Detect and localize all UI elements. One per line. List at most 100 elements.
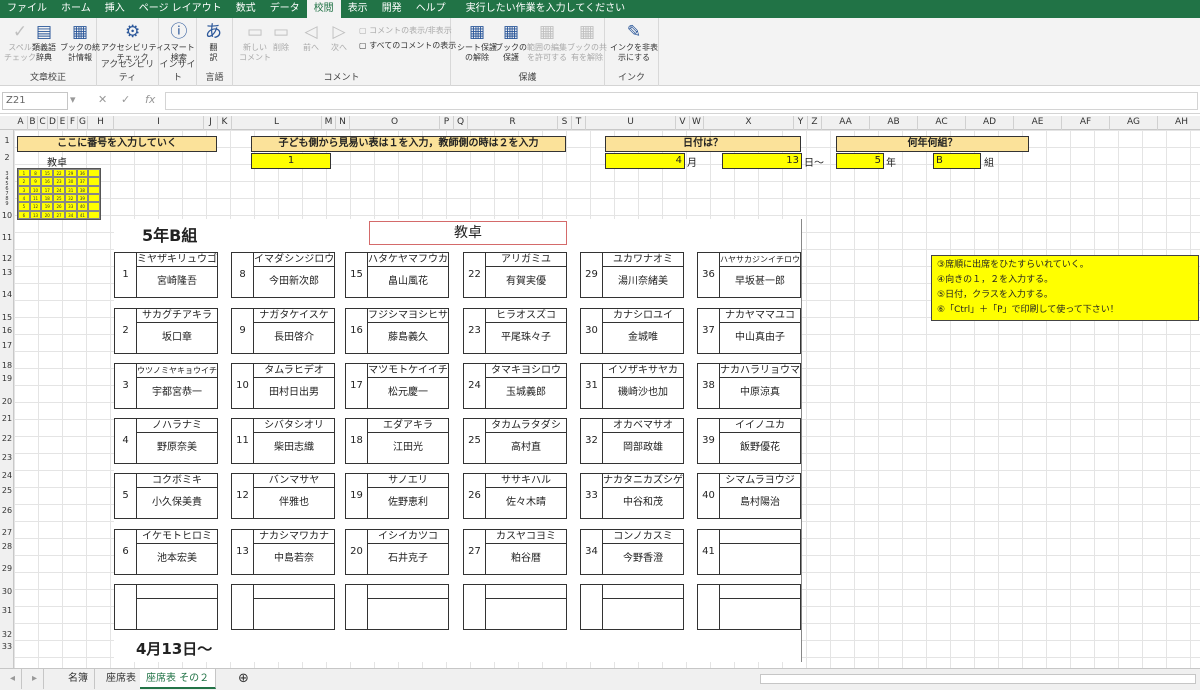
seat-card[interactable]: 8 イマダシンジロウ 今田新次郎 [231, 252, 335, 298]
seat-card[interactable]: 40 シマムラヨウジ 島村陽治 [697, 473, 801, 519]
seat-card[interactable]: 6 イケモトヒロミ 池本宏美 [114, 529, 218, 575]
column-header-F[interactable]: F [68, 116, 78, 130]
row-header-25[interactable]: 25 [0, 486, 14, 495]
seat-card[interactable]: 30 カナシロユイ 金城唯 [580, 308, 684, 354]
horizontal-scrollbar[interactable] [760, 674, 1196, 684]
hide-ink-button[interactable]: ✎ インクを非表 示にする [610, 22, 658, 63]
seat-card[interactable]: 24 タマキヨシロウ 玉城義郎 [463, 363, 567, 409]
row-header-26[interactable]: 26 [0, 506, 14, 515]
row-header-9[interactable]: 9 [0, 201, 14, 207]
delete-comment-button[interactable]: ▭ 削除 [273, 22, 289, 53]
column-header-B[interactable]: B [28, 116, 38, 130]
column-header-AB[interactable]: AB [870, 116, 918, 130]
row-header-33[interactable]: 33 [0, 642, 14, 651]
view-side-value[interactable]: 1 [251, 153, 331, 169]
row-header-23[interactable]: 23 [0, 453, 14, 462]
seat-card[interactable]: 10 タムラヒデオ 田村日出男 [231, 363, 335, 409]
add-sheet-icon[interactable]: ⊕ [232, 669, 255, 689]
insert-function-icon[interactable]: fx [145, 93, 155, 106]
row-header-20[interactable]: 20 [0, 397, 14, 406]
unshare-workbook-button[interactable]: ▦ ブックの共 有を解除 [567, 22, 607, 63]
column-header-Z[interactable]: Z [808, 116, 822, 130]
seat-card[interactable]: 31 イソザキサヤカ 磯崎沙也加 [580, 363, 684, 409]
seat-card[interactable]: 3 ウツノミヤキョウイチ 宇都宮恭一 [114, 363, 218, 409]
column-header-AA[interactable]: AA [822, 116, 870, 130]
column-header-AF[interactable]: AF [1062, 116, 1110, 130]
ribbon-tab[interactable]: 実行したい作業を入力してください [459, 0, 632, 18]
row-header-32[interactable]: 32 [0, 630, 14, 639]
row-header-11[interactable]: 11 [0, 233, 14, 242]
formula-input[interactable] [165, 92, 1198, 110]
previous-comment-button[interactable]: ◁ 前へ [303, 22, 319, 53]
column-header-X[interactable]: X [704, 116, 794, 130]
seat-card[interactable]: 13 ナカシマワカナ 中島若奈 [231, 529, 335, 575]
column-header-AE[interactable]: AE [1014, 116, 1062, 130]
column-header-G[interactable]: G [78, 116, 88, 130]
ribbon-tab[interactable]: ヘルプ [409, 0, 453, 18]
show-hide-comment-button[interactable]: ▢ コメントの表示/非表示 [359, 25, 452, 36]
name-box[interactable]: Z21 [2, 92, 68, 110]
row-header-31[interactable]: 31 [0, 606, 14, 615]
unprotect-sheet-button[interactable]: ▦ シート保護 の解除 [457, 22, 497, 63]
column-header-C[interactable]: C [38, 116, 48, 130]
row-header-15[interactable]: 15 [0, 313, 14, 322]
seat-card[interactable] [345, 584, 449, 630]
row-header-30[interactable]: 30 [0, 587, 14, 596]
row-header-13[interactable]: 13 [0, 268, 14, 277]
ribbon-tab[interactable]: 挿入 [98, 0, 132, 18]
seat-card[interactable]: 19 サノエリ 佐野恵利 [345, 473, 449, 519]
column-header-AH[interactable]: AH [1158, 116, 1200, 130]
scroll-first-icon[interactable]: ◂ [4, 669, 23, 689]
seat-card[interactable] [231, 584, 335, 630]
seat-card[interactable]: 25 タカムラタダシ 高村直 [463, 418, 567, 464]
seat-card[interactable] [697, 584, 801, 630]
ribbon-tab[interactable]: ページ レイアウト [132, 0, 229, 18]
cancel-icon[interactable]: ✕ [98, 93, 107, 106]
column-header-I[interactable]: I [114, 116, 204, 130]
grade-value[interactable]: 5 [836, 153, 884, 169]
row-header-16[interactable]: 16 [0, 326, 14, 335]
next-comment-button[interactable]: ▷ 次へ [331, 22, 347, 53]
column-header-D[interactable]: D [48, 116, 58, 130]
column-header-E[interactable]: E [58, 116, 68, 130]
workbook-stats-button[interactable]: ▦ ブックの統 計情報 [60, 22, 100, 63]
seat-card[interactable]: 23 ヒラオスズコ 平尾珠々子 [463, 308, 567, 354]
row-header-19[interactable]: 19 [0, 374, 14, 383]
column-header-P[interactable]: P [440, 116, 454, 130]
sheet-tab[interactable]: 座席表 [100, 669, 143, 689]
seat-card[interactable]: 37 ナカヤママユコ 中山真由子 [697, 308, 801, 354]
column-header-AC[interactable]: AC [918, 116, 966, 130]
seat-card[interactable]: 32 オカベマサオ 岡部政雄 [580, 418, 684, 464]
ribbon-tab[interactable]: 数式 [229, 0, 263, 18]
allow-edit-ranges-button[interactable]: ▦ 範囲の編集 を許可する [527, 22, 567, 63]
row-header-12[interactable]: 12 [0, 254, 14, 263]
row-header-17[interactable]: 17 [0, 341, 14, 350]
seat-card[interactable]: 12 バンマサヤ 伴雅也 [231, 473, 335, 519]
column-header-AG[interactable]: AG [1110, 116, 1158, 130]
row-header-1[interactable]: 1 [0, 136, 14, 145]
seat-card[interactable]: 39 イイノユカ 飯野優花 [697, 418, 801, 464]
translate-button[interactable]: あ翻 訳 [205, 22, 222, 63]
seat-card[interactable]: 1 ミヤザキリュウゴ 宮崎隆吾 [114, 252, 218, 298]
seat-card[interactable]: 5 コクボミキ 小久保美貴 [114, 473, 218, 519]
confirm-icon[interactable]: ✓ [121, 93, 130, 106]
column-header-K[interactable]: K [218, 116, 232, 130]
row-header-18[interactable]: 18 [0, 361, 14, 370]
ribbon-tab[interactable]: ファイル [0, 0, 54, 18]
class-value[interactable]: B [933, 153, 981, 169]
seat-card[interactable]: 9 ナガタケイスケ 長田啓介 [231, 308, 335, 354]
column-header-L[interactable]: L [232, 116, 322, 130]
seat-card[interactable]: 17 マツモトケイイチ 松元慶一 [345, 363, 449, 409]
row-header-28[interactable]: 28 [0, 542, 14, 551]
thesaurus-button[interactable]: ▤ 類義語 辞典 [32, 22, 56, 63]
seat-card[interactable]: 41 [697, 529, 801, 575]
seat-card[interactable]: 29 ユカワナオミ 湯川奈緒美 [580, 252, 684, 298]
column-header-W[interactable]: W [690, 116, 704, 130]
day-value[interactable]: 13 [722, 153, 802, 169]
seat-card[interactable]: 2 サカグチアキラ 坂口章 [114, 308, 218, 354]
seat-card[interactable] [580, 584, 684, 630]
seat-card[interactable]: 34 コンノカスミ 今野香澄 [580, 529, 684, 575]
namebox-dropdown-icon[interactable]: ▾ [70, 93, 76, 106]
seat-card[interactable]: 22 アリガミユ 有賀実優 [463, 252, 567, 298]
sheet-tab[interactable]: 名簿 [62, 669, 95, 689]
